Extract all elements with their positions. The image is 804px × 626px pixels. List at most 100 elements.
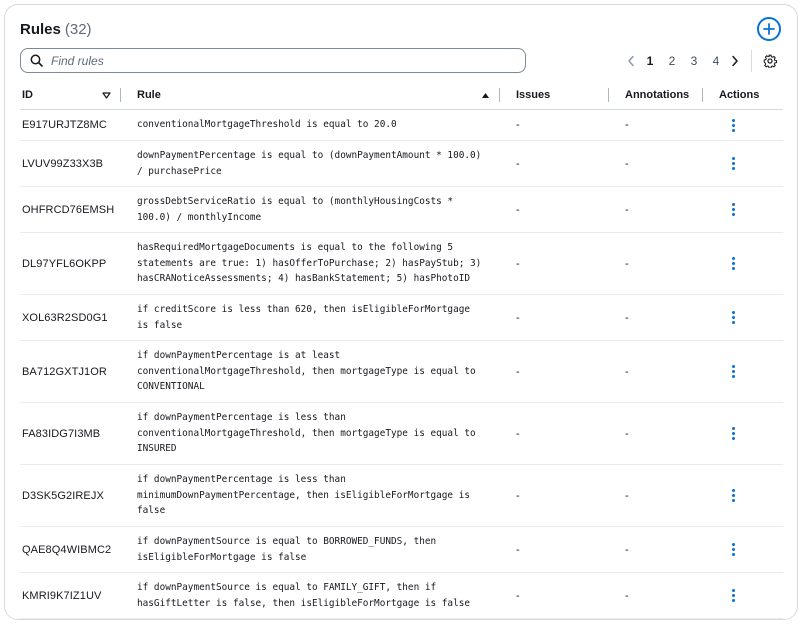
issues-cell: -: [500, 294, 609, 341]
annotations-cell: -: [609, 232, 703, 295]
kebab-dot-icon: [731, 162, 735, 165]
rule-id-cell: XOL63R2SD0G1: [20, 294, 121, 341]
annotations-cell: -: [609, 140, 703, 187]
sort-down-icon: [102, 91, 111, 99]
kebab-dot-icon: [731, 257, 735, 260]
kebab-dot-icon: [731, 365, 735, 368]
column-header-annotations-label: Annotations: [625, 89, 690, 101]
issues-cell: -: [500, 232, 609, 295]
rule-text-cell: if downPaymentPercentage is at least con…: [121, 340, 500, 403]
kebab-dot-icon: [731, 432, 735, 435]
rule-text-cell: downPaymentPercentage is equal to (downP…: [121, 140, 500, 187]
kebab-dot-icon: [731, 208, 735, 211]
kebab-dot-icon: [731, 123, 735, 127]
rule-text-cell: grossDebtServiceRatio is equal to (month…: [121, 186, 500, 233]
issues-cell: -: [500, 526, 609, 573]
kebab-dot-icon: [731, 321, 735, 324]
gear-icon: [763, 54, 777, 68]
rule-id-cell: QAE8Q4WIBMC2: [20, 526, 121, 573]
table-row: LVUV99Z33X3B downPaymentPercentage is eq…: [20, 140, 783, 187]
kebab-dot-icon: [731, 427, 735, 430]
page-3-button[interactable]: 3: [683, 54, 705, 68]
issues-cell: -: [500, 572, 609, 619]
kebab-dot-icon: [731, 370, 735, 373]
row-actions-menu-button[interactable]: [721, 424, 745, 444]
kebab-dot-icon: [731, 594, 735, 597]
column-header-actions-label: Actions: [719, 89, 760, 101]
annotations-cell: -: [609, 464, 703, 527]
column-header-rule[interactable]: Rule: [121, 81, 500, 110]
search-box[interactable]: [20, 48, 526, 73]
row-actions-menu-button[interactable]: [721, 115, 745, 135]
add-rule-button[interactable]: [757, 17, 781, 41]
table-row: DL97YFL6OKPP hasRequiredMortgageDocument…: [20, 232, 783, 295]
kebab-dot-icon: [731, 118, 735, 122]
row-actions-menu-button[interactable]: [721, 540, 745, 560]
search-input[interactable]: [51, 53, 511, 68]
column-header-issues[interactable]: Issues: [500, 81, 609, 110]
table-row: QAE8Q4WIBMC2 if downPaymentSource is equ…: [20, 526, 783, 573]
kebab-dot-icon: [731, 543, 735, 546]
search-icon: [30, 54, 43, 67]
rule-text-cell: if downPaymentPercentage is less than mi…: [121, 464, 500, 527]
rule-id-cell: D3SK5G2IREJX: [20, 464, 121, 527]
rule-text-cell: conventionalMortgageThreshold is equal t…: [121, 109, 500, 141]
column-header-id-label: ID: [22, 89, 33, 101]
kebab-dot-icon: [731, 128, 735, 132]
rule-text-cell: hasRequiredMortgageDocuments is equal to…: [121, 232, 500, 295]
page-1-button[interactable]: 1: [639, 54, 661, 68]
rule-text-cell: if downPaymentSource is equal to BORROWE…: [121, 526, 500, 573]
column-header-rule-label: Rule: [137, 89, 161, 101]
row-actions-menu-button[interactable]: [721, 200, 745, 220]
column-header-issues-label: Issues: [516, 89, 551, 101]
table-row: FA83IDG7I3MB if downPaymentPercentage is…: [20, 402, 783, 465]
issues-cell: -: [500, 140, 609, 187]
kebab-dot-icon: [731, 489, 735, 492]
kebab-dot-icon: [731, 599, 735, 602]
row-actions-menu-button[interactable]: [721, 586, 745, 606]
table-row: XOL63R2SD0G1 if creditScore is less than…: [20, 294, 783, 341]
rules-panel: Rules (32) 1 2 3 4: [4, 4, 798, 620]
kebab-dot-icon: [731, 213, 735, 216]
column-header-annotations[interactable]: Annotations: [609, 81, 703, 110]
kebab-dot-icon: [731, 311, 735, 314]
issues-cell: -: [500, 340, 609, 403]
rules-table: ID Rule Issues Annotations Actions E917U…: [20, 81, 783, 619]
rule-id-cell: DL97YFL6OKPP: [20, 232, 121, 295]
kebab-dot-icon: [731, 316, 735, 319]
next-page-button[interactable]: [727, 52, 743, 70]
row-actions-menu-button[interactable]: [721, 254, 745, 274]
sort-up-icon: [482, 92, 489, 98]
rule-id-cell: E917URJTZ8MC: [20, 109, 121, 141]
page-4-button[interactable]: 4: [705, 54, 727, 68]
kebab-dot-icon: [731, 437, 735, 440]
column-header-actions: Actions: [703, 81, 783, 110]
page-2-button[interactable]: 2: [661, 54, 683, 68]
preferences-button[interactable]: [762, 53, 778, 69]
issues-cell: -: [500, 186, 609, 233]
annotations-cell: -: [609, 402, 703, 465]
kebab-dot-icon: [731, 494, 735, 497]
annotations-cell: -: [609, 186, 703, 233]
row-actions-menu-button[interactable]: [721, 154, 745, 174]
issues-cell: -: [500, 109, 609, 141]
table-row: OHFRCD76EMSH grossDebtServiceRatio is eq…: [20, 186, 783, 233]
annotations-cell: -: [609, 294, 703, 341]
annotations-cell: -: [609, 572, 703, 619]
row-actions-menu-button[interactable]: [721, 308, 745, 328]
previous-page-button[interactable]: [623, 52, 639, 70]
rule-id-cell: KMRI9K7IZ1UV: [20, 572, 121, 619]
table-row: BA712GXTJ1OR if downPaymentPercentage is…: [20, 340, 783, 403]
issues-cell: -: [500, 464, 609, 527]
plus-icon: [763, 23, 775, 35]
row-actions-menu-button[interactable]: [721, 486, 745, 506]
issues-cell: -: [500, 402, 609, 465]
column-header-id[interactable]: ID: [20, 81, 121, 110]
kebab-dot-icon: [731, 548, 735, 551]
kebab-dot-icon: [731, 553, 735, 556]
kebab-dot-icon: [731, 499, 735, 502]
annotations-cell: -: [609, 109, 703, 141]
table-row: E917URJTZ8MC conventionalMortgageThresho…: [20, 109, 783, 141]
table-row: KMRI9K7IZ1UV if downPaymentSource is equ…: [20, 572, 783, 619]
row-actions-menu-button[interactable]: [721, 362, 745, 382]
